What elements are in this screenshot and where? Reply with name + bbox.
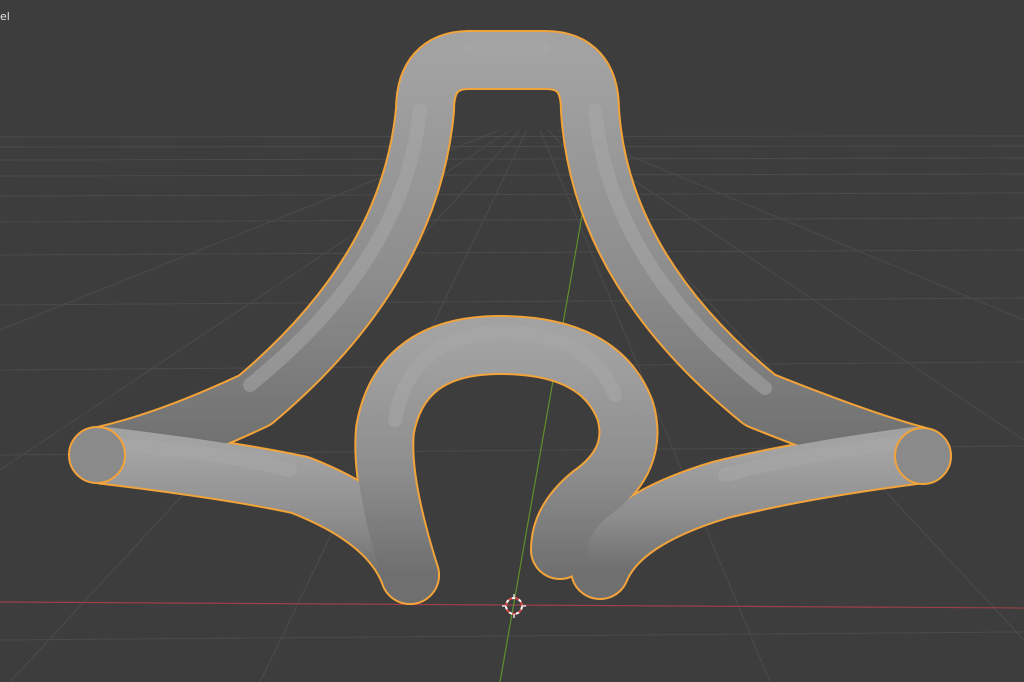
3d-viewport[interactable]: el [0,0,1024,682]
viewport-corner-label: el [0,10,10,23]
sculpted-mesh[interactable] [68,30,952,605]
3d-cursor-icon[interactable] [502,594,526,618]
viewport-canvas[interactable] [0,0,1024,682]
x-axis-line [0,601,1024,609]
